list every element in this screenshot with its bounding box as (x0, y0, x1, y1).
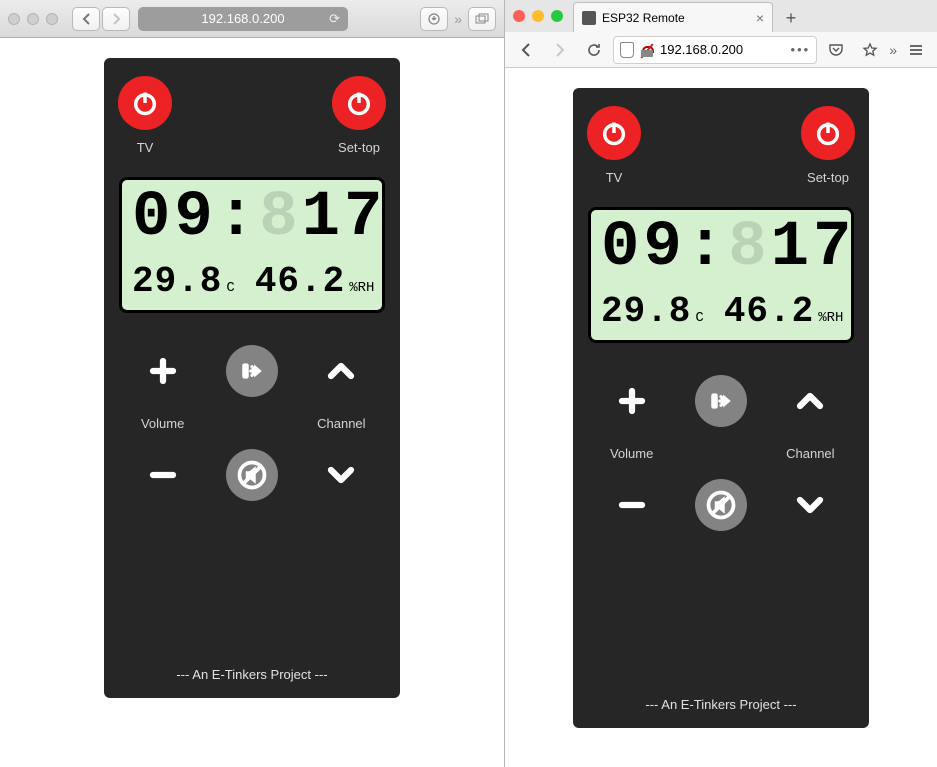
volume-label: Volume (141, 416, 184, 431)
traffic-minimize[interactable] (27, 13, 39, 25)
tabs-button[interactable] (468, 7, 496, 31)
new-tab-button[interactable]: + (777, 4, 805, 32)
channel-label: Channel (786, 446, 834, 461)
humidity-value: 46.2 (724, 291, 814, 332)
remote-card: TV Set-top 09:817 29.8C 46.2%RH (573, 88, 869, 728)
insecure-lock-icon (640, 43, 654, 57)
clock-minutes: 17 (771, 216, 856, 280)
traffic-close[interactable] (8, 13, 20, 25)
reload-button[interactable] (579, 36, 609, 64)
back-button[interactable] (72, 7, 100, 31)
power-settop-button[interactable] (332, 76, 386, 130)
remote-card: TV Set-top 09:817 29.8C 46.2%RH (104, 58, 400, 698)
volume-down-button[interactable] (137, 449, 189, 501)
volume-up-button[interactable] (606, 375, 658, 427)
power-tv-button[interactable] (118, 76, 172, 130)
overflow-icon[interactable]: » (454, 11, 462, 27)
tab-title: ESP32 Remote (602, 11, 750, 25)
close-tab-icon[interactable]: × (756, 10, 764, 26)
menu-button[interactable] (901, 36, 931, 64)
address-bar[interactable]: 192.168.0.200 ⟳ (138, 7, 348, 31)
footer-text: --- An E-Tinkers Project --- (645, 697, 796, 712)
traffic-zoom[interactable] (46, 13, 58, 25)
channel-down-button[interactable] (315, 449, 367, 501)
forward-button[interactable] (102, 7, 130, 31)
overflow-icon[interactable]: » (889, 42, 897, 58)
browser-tab[interactable]: ESP32 Remote × (573, 2, 773, 32)
power-tv-button[interactable] (587, 106, 641, 160)
volume-up-button[interactable] (137, 345, 189, 397)
address-text: 192.168.0.200 (201, 11, 284, 26)
footer-text: --- An E-Tinkers Project --- (176, 667, 327, 682)
humidity-unit: %RH (818, 310, 843, 326)
safari-toolbar: 192.168.0.200 ⟳ » (0, 0, 504, 38)
channel-up-button[interactable] (315, 345, 367, 397)
meatball-icon[interactable]: ••• (791, 42, 811, 57)
clock-hours: 09 (132, 186, 217, 250)
clock-minutes: 17 (302, 186, 387, 250)
shield-icon (620, 42, 634, 58)
power-tv-label: TV (137, 140, 154, 155)
power-settop-label: Set-top (338, 140, 380, 155)
humidity-value: 46.2 (255, 261, 345, 302)
channel-label: Channel (317, 416, 365, 431)
traffic-close[interactable] (513, 10, 525, 22)
firefox-tabstrip: ESP32 Remote × + (505, 0, 937, 32)
reload-icon[interactable]: ⟳ (329, 11, 340, 27)
firefox-toolbar: 192.168.0.200 ••• » (505, 32, 937, 68)
mute-button[interactable] (695, 479, 747, 531)
traffic-minimize[interactable] (532, 10, 544, 22)
humidity-unit: %RH (349, 280, 374, 296)
power-tv-label: TV (606, 170, 623, 185)
address-text: 192.168.0.200 (660, 42, 785, 57)
channel-down-button[interactable] (784, 479, 836, 531)
bookmark-button[interactable] (855, 36, 885, 64)
temperature-value: 29.8 (601, 291, 691, 332)
temperature-value: 29.8 (132, 261, 222, 302)
mute-button[interactable] (226, 449, 278, 501)
temperature-unit: C (226, 280, 234, 296)
traffic-zoom[interactable] (551, 10, 563, 22)
enter-button[interactable] (695, 375, 747, 427)
forward-button[interactable] (545, 36, 575, 64)
back-button[interactable] (511, 36, 541, 64)
address-bar[interactable]: 192.168.0.200 ••• (613, 36, 817, 64)
temperature-unit: C (695, 310, 703, 326)
lcd-display: 09:817 29.8C 46.2%RH (588, 207, 854, 343)
enter-button[interactable] (226, 345, 278, 397)
downloads-button[interactable] (420, 7, 448, 31)
volume-down-button[interactable] (606, 479, 658, 531)
volume-label: Volume (610, 446, 653, 461)
clock-hours: 09 (601, 216, 686, 280)
pocket-button[interactable] (821, 36, 851, 64)
lcd-display: 09:817 29.8C 46.2%RH (119, 177, 385, 313)
favicon (582, 11, 596, 25)
power-settop-label: Set-top (807, 170, 849, 185)
channel-up-button[interactable] (784, 375, 836, 427)
power-settop-button[interactable] (801, 106, 855, 160)
